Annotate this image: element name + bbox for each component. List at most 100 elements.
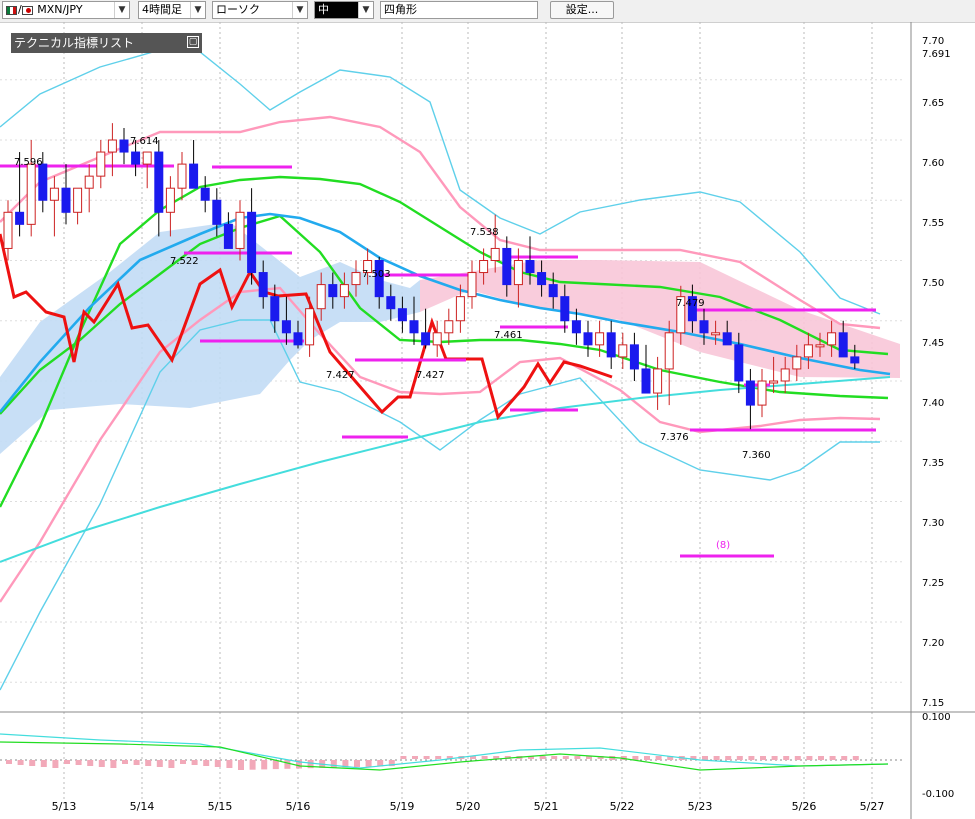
chevron-down-icon[interactable]: ▼ — [358, 2, 373, 18]
histogram-bar — [644, 756, 650, 760]
histogram-bar — [400, 756, 407, 759]
x-date-label: 5/14 — [130, 800, 155, 813]
bear-candle — [223, 223, 233, 249]
mexico-flag-icon — [6, 5, 17, 15]
x-date-label: 5/13 — [52, 800, 77, 813]
x-date-label: 5/23 — [688, 800, 713, 813]
bear-candle — [537, 272, 547, 286]
chart-style-select[interactable]: ローソク ▼ — [212, 1, 308, 19]
bull-candle — [351, 272, 361, 286]
bear-candle — [722, 332, 732, 346]
bull-candle — [467, 272, 477, 298]
size-select[interactable]: 中 ▼ — [314, 1, 374, 19]
symbol-label: MXN/JPY — [37, 3, 83, 16]
price-annotation: 7.376 — [660, 432, 689, 443]
bear-candle — [699, 320, 709, 334]
y-tick-label: 7.60 — [922, 158, 944, 169]
price-chart: 7.596 7.614 7.522 7.503 7.427 7.427 7.538 7.461… — [0, 22, 975, 819]
bear-candle — [745, 380, 755, 406]
y-tick-label: 7.25 — [922, 578, 944, 589]
bull-candle — [73, 187, 83, 213]
chevron-down-icon[interactable]: ▼ — [190, 2, 205, 18]
histogram-bar — [551, 756, 558, 759]
histogram-bar — [17, 760, 24, 765]
bull-candle — [757, 380, 767, 406]
histogram-bar — [748, 756, 755, 760]
timeframe-label: 4時間足 — [142, 3, 182, 16]
bear-candle — [838, 332, 848, 358]
price-annotation: 7.360 — [742, 450, 771, 461]
histogram-bar — [87, 760, 94, 766]
y-tick-label: 7.30 — [922, 518, 944, 529]
bear-candle — [200, 187, 210, 201]
oscillator-line-cyan — [0, 733, 889, 769]
histogram-bar — [806, 756, 813, 760]
histogram-bar — [760, 756, 766, 760]
bear-candle — [850, 356, 860, 364]
x-date-label: 5/22 — [610, 800, 635, 813]
bull-candle — [618, 344, 628, 358]
y-tick-label: 7.50 — [922, 278, 944, 289]
bear-candle — [15, 211, 25, 225]
histogram-bar — [841, 756, 848, 760]
histogram-bar — [203, 760, 210, 766]
bull-candle — [96, 151, 106, 177]
x-date-label: 5/15 — [208, 800, 233, 813]
bull-candle — [339, 284, 349, 298]
bull-candle — [653, 368, 663, 394]
price-annotation: 7.461 — [494, 330, 523, 341]
price-annotation: 7.614 — [130, 136, 159, 147]
settings-button[interactable]: 設定... — [550, 1, 614, 19]
bear-candle — [583, 332, 593, 346]
histogram-bar — [6, 760, 12, 764]
histogram-bar — [29, 760, 36, 766]
histogram-bar — [713, 756, 720, 760]
bear-candle — [154, 151, 164, 213]
bull-candle — [305, 308, 315, 346]
symbol-select[interactable]: / MXN/JPY ▼ — [2, 1, 130, 19]
histogram-bar — [818, 756, 824, 760]
histogram-bar — [52, 760, 59, 768]
bear-candle — [386, 296, 396, 310]
histogram-bar — [435, 756, 442, 759]
chevron-down-icon[interactable]: ▼ — [114, 2, 129, 18]
y-tick-label: 7.45 — [922, 338, 944, 349]
bear-candle — [281, 320, 291, 334]
expand-icon[interactable]: ▢ — [187, 36, 199, 48]
bear-candle — [397, 308, 407, 322]
bull-candle — [792, 356, 802, 370]
bull-candle — [49, 187, 59, 201]
bear-candle — [258, 272, 268, 298]
sub-tick-label: 0.100 — [922, 712, 951, 723]
price-annotation: 7.538 — [470, 227, 499, 238]
histogram-bar — [133, 760, 140, 765]
histogram-bar — [238, 760, 244, 770]
bear-candle — [293, 332, 303, 346]
drawing-tool-field[interactable]: 四角形 — [380, 1, 538, 19]
bear-candle — [525, 260, 535, 274]
chart-style-label: ローソク — [216, 3, 260, 16]
ichimoku-cloud — [0, 222, 900, 454]
y-tick-label: 7.15 — [922, 698, 944, 709]
bull-candle — [316, 284, 326, 310]
chevron-down-icon[interactable]: ▼ — [292, 2, 307, 18]
bull-candle — [711, 332, 721, 336]
bull-candle — [769, 380, 779, 384]
x-date-label: 5/20 — [456, 800, 481, 813]
timeframe-select[interactable]: 4時間足 ▼ — [138, 1, 206, 19]
histogram-bar — [354, 760, 360, 767]
histogram-bar — [98, 760, 105, 767]
x-date-label: 5/21 — [534, 800, 559, 813]
date-axis: 5/13 5/14 5/15 5/16 5/19 5/20 5/21 5/22 5/23 5/26… — [52, 800, 885, 813]
technical-indicator-list[interactable]: テクニカル指標リスト ▢ — [11, 33, 202, 53]
histogram-bar — [284, 760, 291, 769]
bull-candle — [803, 344, 813, 358]
histogram-bar — [191, 760, 198, 765]
bull-candle — [177, 163, 187, 189]
bull-candle — [595, 332, 605, 346]
histogram-bar — [562, 756, 569, 759]
bull-candle — [26, 163, 36, 225]
bear-candle — [247, 211, 257, 274]
histogram-bar — [330, 760, 337, 768]
histogram-bar — [180, 760, 186, 764]
